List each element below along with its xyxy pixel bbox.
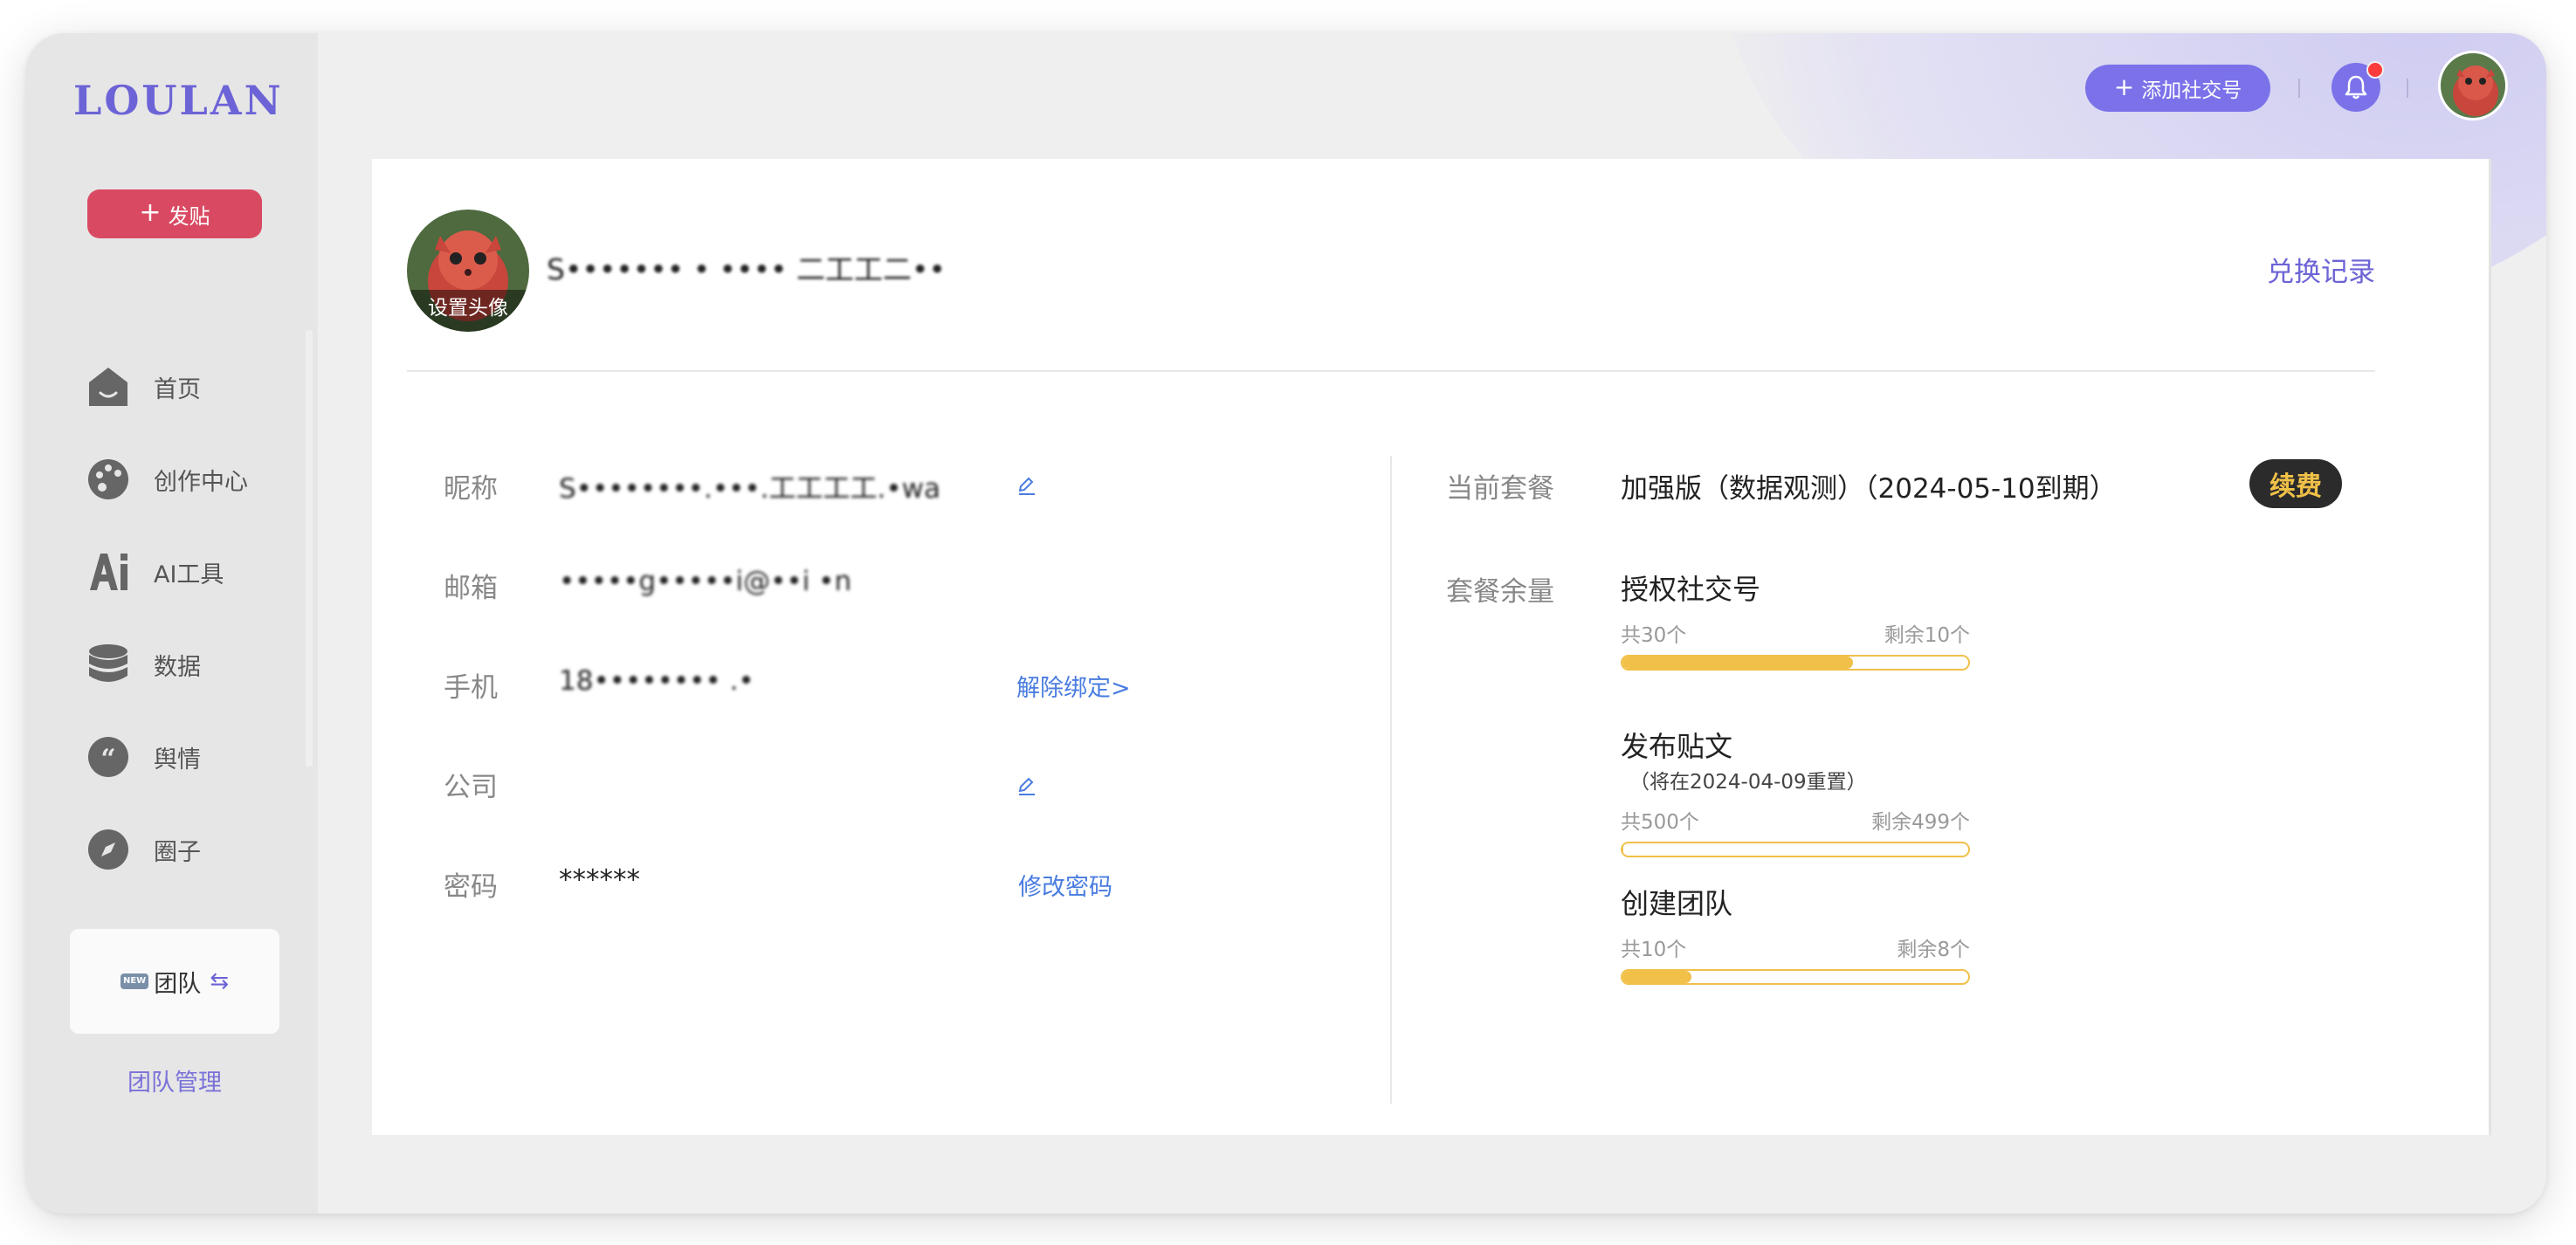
svg-text:“: “ [100, 744, 115, 774]
app-logo[interactable]: LOULAN [73, 77, 281, 124]
quota-item: 授权社交号 共30个 剩余10个 [1621, 567, 1970, 671]
add-social-account-label: 添加社交号 [2141, 79, 2242, 102]
team-switcher[interactable]: NEW 团队 ⇆ [70, 929, 279, 1034]
sidebar-item-circle[interactable]: 圈子 [86, 803, 248, 896]
quota-progress-bar [1621, 842, 1970, 857]
sidebar-item-creation[interactable]: 创作中心 [86, 433, 248, 526]
sidebar-item-label: 数据 [154, 653, 201, 681]
divider [2407, 79, 2408, 98]
quota-total: 共10个 [1621, 939, 1687, 961]
nickname-value: S••••••••.•••.工工工工.•wa [559, 473, 941, 505]
user-avatar[interactable] [2438, 51, 2508, 120]
change-password-link[interactable]: 修改密码 [1018, 868, 1112, 902]
renew-button[interactable]: 续费 [2249, 459, 2342, 508]
sidebar-item-sentiment[interactable]: “ 舆情 [86, 711, 248, 803]
app-window: LOULAN + 发贴 首页 创作中心 AI工具 数据 “ 舆情 圈子 NEW … [26, 33, 2546, 1214]
quota-total: 共500个 [1621, 811, 1699, 834]
sidebar-item-label: 圈子 [154, 838, 201, 866]
quota-item: 发布贴文 （将在2024-04-09重置） 共500个 剩余499个 [1621, 725, 1970, 857]
company-label: 公司 [444, 772, 498, 803]
sidebar-item-label: AI工具 [154, 561, 224, 588]
quota-title: 授权社交号 [1621, 573, 1761, 606]
password-value: ****** [559, 864, 640, 896]
quota-progress-fill [1622, 971, 1692, 983]
nickname-label: 昵称 [444, 473, 498, 505]
phone-value: 18•••••••• .• [559, 665, 754, 697]
team-manage-link[interactable]: 团队管理 [70, 1063, 279, 1097]
new-post-label: 发贴 [168, 203, 210, 229]
quota-progress-bar [1621, 655, 1970, 671]
palette-icon [86, 457, 131, 502]
quota-label: 套餐余量 [1446, 576, 1554, 608]
exchange-record-link[interactable]: 兑换记录 [2267, 250, 2375, 289]
unbind-phone-link[interactable]: 解除绑定> [1016, 669, 1131, 703]
compass-icon [86, 827, 131, 872]
quota-remaining: 剩余10个 [1884, 624, 1970, 647]
divider [2298, 79, 2300, 98]
quota-item: 创建团队 共10个 剩余8个 [1621, 882, 1970, 985]
home-icon [86, 364, 131, 409]
sidebar-item-home[interactable]: 首页 [86, 340, 248, 433]
quota-remaining: 剩余8个 [1897, 939, 1970, 961]
sidebar: LOULAN + 发贴 首页 创作中心 AI工具 数据 “ 舆情 圈子 NEW … [26, 33, 318, 1214]
plus-icon: + [139, 196, 162, 228]
quota-title: 发布贴文 [1621, 730, 1733, 763]
team-label: 团队 [154, 970, 202, 998]
email-label: 邮箱 [444, 573, 498, 604]
profile-header: 设置头像 S••••••• • •••• 二工工二•• 兑换记录 [407, 210, 2375, 372]
quota-progress-fill [1622, 843, 1623, 856]
sidebar-item-data[interactable]: 数据 [86, 618, 248, 711]
bell-icon [2345, 75, 2367, 100]
sidebar-item-label: 舆情 [154, 746, 201, 774]
sidebar-nav: 首页 创作中心 AI工具 数据 “ 舆情 圈子 [86, 340, 248, 896]
new-badge: NEW [120, 973, 149, 989]
email-value: •••••g•••••i@••i •n [559, 566, 852, 597]
sidebar-scrollbar[interactable] [306, 330, 313, 767]
sidebar-item-ai-tools[interactable]: AI工具 [86, 526, 248, 618]
current-plan-value: 加强版（数据观测）（2024-05-10到期） [1621, 473, 2117, 505]
display-name: S••••••• • •••• 二工工二•• [547, 252, 946, 286]
quote-icon: “ [86, 734, 131, 780]
edit-company-icon[interactable] [1016, 775, 1037, 796]
phone-label: 手机 [444, 672, 498, 704]
notification-dot [2366, 61, 2384, 79]
quota-remaining: 剩余499个 [1871, 811, 1970, 834]
sidebar-item-label: 首页 [154, 375, 201, 403]
add-social-account-button[interactable]: + 添加社交号 [2085, 65, 2270, 112]
plus-icon: + [2113, 72, 2135, 101]
database-icon [86, 642, 131, 687]
edit-nickname-icon[interactable] [1016, 475, 1037, 496]
column-divider [1390, 456, 1392, 1104]
new-post-button[interactable]: + 发贴 [87, 189, 262, 238]
sidebar-item-label: 创作中心 [154, 468, 248, 496]
profile-card: 设置头像 S••••••• • •••• 二工工二•• 兑换记录 昵称 S•••… [372, 159, 2491, 1135]
swap-icon: ⇆ [210, 968, 230, 994]
current-plan-label: 当前套餐 [1446, 473, 1554, 505]
set-avatar-label[interactable]: 设置头像 [407, 290, 529, 332]
profile-avatar[interactable]: 设置头像 [407, 210, 529, 332]
ai-icon [86, 549, 131, 595]
quota-title: 创建团队 [1621, 887, 1733, 920]
password-label: 密码 [444, 871, 498, 903]
quota-progress-fill [1622, 657, 1854, 669]
quota-progress-bar [1621, 969, 1970, 985]
quota-note: （将在2024-04-09重置） [1629, 771, 1867, 794]
quota-total: 共30个 [1621, 624, 1687, 647]
